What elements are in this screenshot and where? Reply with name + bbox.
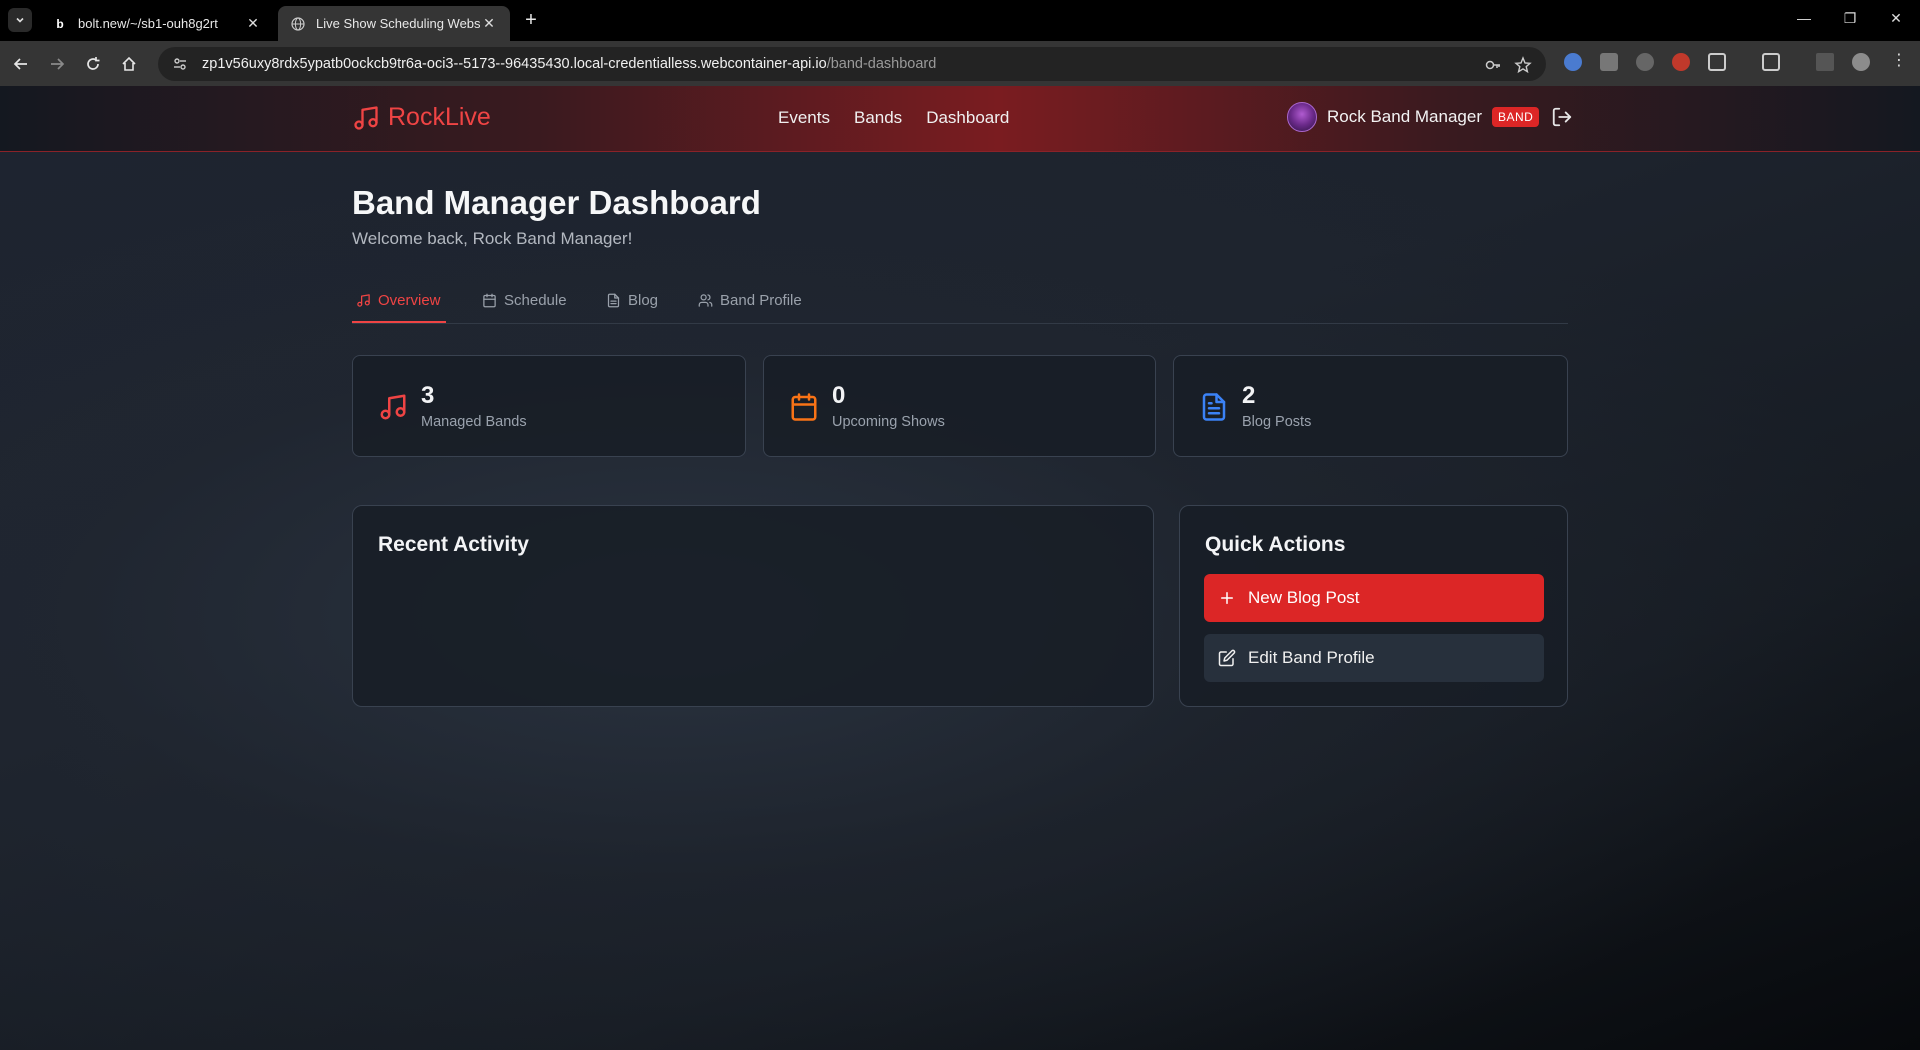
- browser-toolbar: zp1v56uxy8rdx5ypatb0ockcb9tr6a-oci3--517…: [0, 41, 1920, 86]
- tab-schedule[interactable]: Schedule: [482, 292, 567, 309]
- forward-icon[interactable]: [46, 53, 68, 75]
- close-icon[interactable]: ✕: [244, 15, 262, 33]
- extensions-puzzle-icon[interactable]: [1708, 53, 1726, 71]
- plus-icon: [1221, 592, 1233, 604]
- music-icon: [354, 105, 378, 130]
- new-blog-post-button[interactable]: New Blog Post: [1204, 574, 1544, 622]
- recent-activity-title: Recent Activity: [378, 533, 529, 556]
- new-tab-button[interactable]: +: [520, 10, 542, 32]
- tab-title: Live Show Scheduling Website: [316, 16, 480, 31]
- url-host: zp1v56uxy8rdx5ypatb0ockcb9tr6a-oci3--517…: [202, 56, 827, 72]
- profile-avatar-icon[interactable]: [1852, 53, 1870, 71]
- stat-label: Upcoming Shows: [832, 414, 945, 430]
- nav-bands[interactable]: Bands: [854, 108, 902, 128]
- address-bar[interactable]: zp1v56uxy8rdx5ypatb0ockcb9tr6a-oci3--517…: [158, 47, 1546, 81]
- back-icon[interactable]: [10, 53, 32, 75]
- browser-tab-live-show[interactable]: Live Show Scheduling Website ✕: [278, 6, 510, 41]
- button-label: Edit Band Profile: [1248, 648, 1375, 667]
- quick-actions-panel: Quick Actions New Blog Post Edit Band Pr…: [1179, 505, 1568, 707]
- brand-logo[interactable]: RockLive: [352, 103, 491, 132]
- tab-band-profile[interactable]: Band Profile: [698, 292, 802, 309]
- user-name: Rock Band Manager: [1327, 107, 1482, 126]
- users-icon: [698, 294, 713, 307]
- tab-overview[interactable]: Overview: [356, 292, 441, 309]
- quick-actions-title: Quick Actions: [1205, 533, 1346, 556]
- extension-target-icon[interactable]: [1672, 53, 1690, 71]
- restore-icon[interactable]: ❐: [1840, 10, 1860, 30]
- url-text: zp1v56uxy8rdx5ypatb0ockcb9tr6a-oci3--517…: [202, 56, 936, 72]
- browser-tab-bar: b bolt.new/~/sb1-ouh8g2rt ✕ Live Show Sc…: [0, 0, 1920, 41]
- tab-label: Blog: [628, 292, 659, 309]
- active-tab-indicator: [352, 321, 446, 323]
- music-icon: [357, 294, 370, 307]
- globe-icon: [290, 16, 306, 32]
- extension-wallet-icon[interactable]: [1600, 53, 1618, 71]
- logout-icon[interactable]: [1551, 106, 1573, 128]
- tab-label: Overview: [378, 292, 441, 309]
- tab-search-button[interactable]: [8, 8, 32, 32]
- tab-label: Band Profile: [720, 292, 802, 309]
- minimize-icon[interactable]: —: [1794, 10, 1814, 30]
- chevron-down-icon: [16, 17, 24, 23]
- edit-band-profile-button[interactable]: Edit Band Profile: [1204, 634, 1544, 682]
- calendar-icon: [791, 393, 817, 421]
- document-icon: [607, 293, 620, 308]
- stat-value: 0: [832, 382, 846, 409]
- edit-icon: [1218, 649, 1236, 667]
- nav-dashboard[interactable]: Dashboard: [926, 108, 1009, 128]
- stat-card-upcoming-shows: 0 Upcoming Shows: [763, 355, 1156, 457]
- recent-activity-panel: Recent Activity: [352, 505, 1154, 707]
- stat-label: Blog Posts: [1242, 414, 1312, 430]
- media-controls-icon[interactable]: [1816, 53, 1834, 71]
- tab-title: bolt.new/~/sb1-ouh8g2rt: [78, 16, 218, 31]
- user-menu: Rock Band Manager BAND: [1287, 102, 1573, 132]
- url-path: /band-dashboard: [826, 56, 937, 72]
- reload-icon[interactable]: [82, 53, 104, 75]
- role-badge: BAND: [1491, 107, 1540, 127]
- document-icon: [1202, 393, 1226, 421]
- stat-card-blog-posts: 2 Blog Posts: [1173, 355, 1568, 457]
- tab-label: Schedule: [504, 292, 567, 309]
- app-header: RockLive Events Bands Dashboard Rock Ban…: [0, 86, 1920, 152]
- music-icon: [380, 394, 406, 420]
- calendar-icon: [483, 293, 496, 308]
- main-nav: Events Bands Dashboard: [778, 108, 1009, 128]
- stat-value: 3: [421, 382, 435, 409]
- close-icon[interactable]: ✕: [480, 15, 498, 33]
- stat-label: Managed Bands: [421, 414, 527, 430]
- close-window-icon[interactable]: ✕: [1886, 10, 1906, 30]
- stat-value: 2: [1242, 382, 1256, 409]
- brand-name: RockLive: [388, 103, 491, 131]
- dashboard-tabs: Overview Schedule Blog Band Profile: [352, 280, 1568, 324]
- site-settings-icon[interactable]: [172, 56, 188, 72]
- bolt-favicon-icon: b: [56, 16, 64, 31]
- key-icon[interactable]: [1484, 56, 1502, 74]
- button-label: New Blog Post: [1248, 588, 1360, 607]
- nav-events[interactable]: Events: [778, 108, 830, 128]
- home-icon[interactable]: [118, 53, 140, 75]
- extension-globe-icon[interactable]: [1564, 53, 1582, 71]
- cast-icon[interactable]: [1762, 53, 1780, 71]
- browser-tab-bolt[interactable]: b bolt.new/~/sb1-ouh8g2rt ✕: [40, 6, 274, 41]
- avatar[interactable]: [1287, 102, 1317, 132]
- menu-kebab-icon[interactable]: ⋮: [1890, 53, 1908, 71]
- star-icon[interactable]: [1514, 56, 1532, 74]
- tab-blog[interactable]: Blog: [606, 292, 658, 309]
- page-title: Band Manager Dashboard: [352, 184, 761, 221]
- page-subtitle: Welcome back, Rock Band Manager!: [352, 229, 633, 248]
- extension-glasses-icon[interactable]: [1636, 53, 1654, 71]
- stat-card-managed-bands: 3 Managed Bands: [352, 355, 746, 457]
